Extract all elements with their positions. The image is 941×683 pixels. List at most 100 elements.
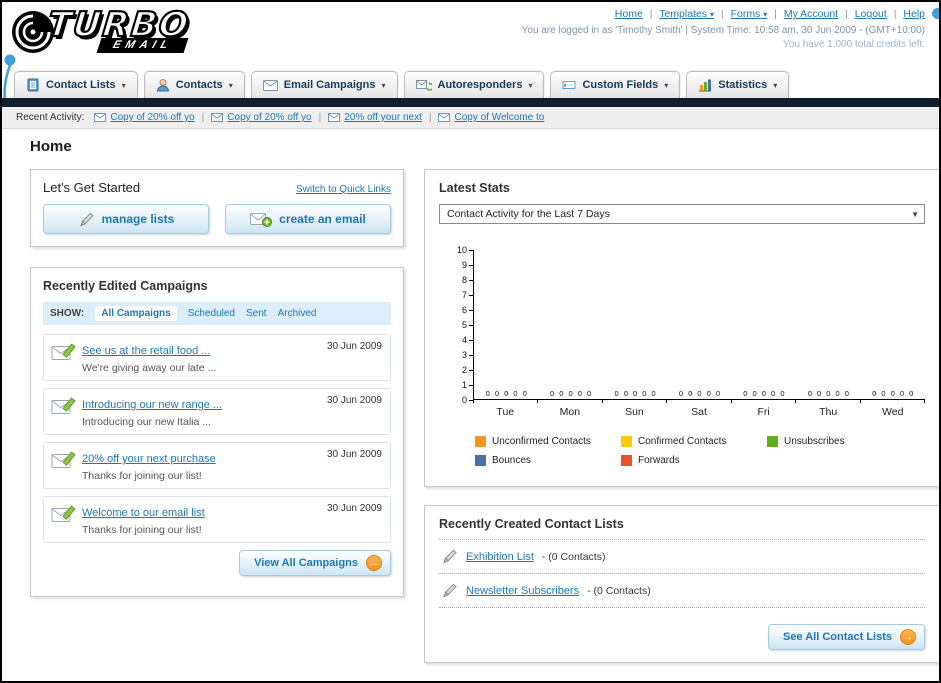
recent-activity-item: Copy of 20% off yo [94,112,195,123]
campaign-date: 30 Jun 2009 [326,503,382,514]
filter-scheduled[interactable]: Scheduled [188,308,235,319]
chart-bar-group: 0 0 0 0 0 [861,250,925,399]
link-logout[interactable]: Logout [855,8,887,20]
email-edit-icon [51,450,76,470]
left-column: Let's Get Started Switch to Quick Links … [30,169,404,597]
filter-sent[interactable]: Sent [246,308,267,319]
nav-tab-label: Custom Fields [582,79,659,91]
legend-item: Confirmed Contacts [621,436,767,447]
bar-value-labels: 0 0 0 0 0 [550,389,592,398]
link-home[interactable]: Home [615,8,643,20]
link-my-account[interactable]: My Account [784,8,838,20]
contact-list-count: - (0 Contacts) [587,584,651,597]
dropdown-arrow-icon: ▼ [911,209,919,219]
email-icon [328,113,341,122]
y-axis-tick: 7 [451,290,473,300]
y-axis-tick: 1 [451,380,473,390]
contact-list-item: Newsletter Subscribers - (0 Contacts) [439,574,925,608]
contact-list-link[interactable]: Newsletter Subscribers [466,585,579,597]
nav-tab-email-campaigns[interactable]: Email Campaigns ▾ [250,71,398,98]
pencil-icon [441,582,458,599]
recent-activity-bar: Recent Activity: Copy of 20% off yo | Co… [2,107,939,129]
logo-text-turbo: TURBO [45,4,193,46]
link-templates[interactable]: Templates ▾ [659,8,714,20]
create-email-button[interactable]: create an email [225,204,391,234]
session-info: Home | Templates ▾ | Forms ▾ | My Accoun… [522,8,925,50]
recent-activity-label: Recent Activity: [16,112,85,123]
login-info: You are logged in as 'Timothy Smith' | S… [521,25,925,36]
chart-bar-group: 0 0 0 0 0 [667,250,731,399]
x-axis-label: Tue [496,406,515,418]
chevron-down-icon: ▾ [664,80,669,90]
statistics-icon [698,78,712,92]
recent-activity-item: Copy of Welcome to [438,112,544,123]
chart-groups: 0 0 0 0 0 0 0 0 0 0 0 0 0 0 0 0 0 0 0 0 0 0 … [473,250,925,400]
filter-archived[interactable]: Archived [278,308,317,319]
y-axis-tick: 4 [451,335,473,345]
chevron-down-icon: ▾ [763,10,768,19]
nav-tab-custom-fields[interactable]: Custom Fields ▾ [550,71,681,98]
chevron-down-icon: ▾ [228,80,233,90]
contact-list-item: Exhibition List - (0 Contacts) [439,540,925,574]
pencil-icon [441,548,458,565]
app-window: TURBO EMAIL Home | Templates ▾ | Forms ▾… [0,0,941,683]
chevron-down-icon: ▾ [709,10,714,19]
nav-tab-label: Email Campaigns [283,79,376,91]
filter-all-campaigns[interactable]: All Campaigns [95,306,177,321]
contact-list-link[interactable]: Exhibition List [466,551,534,563]
y-axis-tick: 2 [451,365,473,375]
link-forms[interactable]: Forms ▾ [731,8,768,20]
nav-tab-autoresponders[interactable]: Autoresponders ▾ [403,71,545,98]
link-help[interactable]: Help [903,8,925,20]
recent-activity-link[interactable]: Copy of Welcome to [454,112,544,123]
stats-period-select[interactable]: Contact Activity for the Last 7 Days ▼ [439,204,925,224]
recent-activity-link[interactable]: Copy of 20% off yo [227,112,311,123]
recent-activity-item: 20% off your next [328,112,422,123]
y-axis-tick: 3 [451,350,473,360]
campaign-row: 20% off your next purchase Thanks for jo… [43,442,391,489]
y-axis-tick: 9 [451,260,473,270]
see-all-contact-lists-button[interactable]: See All Contact Lists → [767,624,925,650]
chevron-down-icon: ▾ [381,80,386,90]
manage-lists-button[interactable]: manage lists [43,204,209,234]
campaign-link[interactable]: 20% off your next purchase [82,453,216,465]
bar-value-labels: 0 0 0 0 0 [743,389,785,398]
view-all-campaigns-button[interactable]: View All Campaigns → [239,550,391,576]
recent-activity-link[interactable]: Copy of 20% off yo [110,112,194,123]
legend-label: Bounces [492,455,531,466]
bar-value-labels: 0 0 0 0 0 [872,389,914,398]
legend-label: Unconfirmed Contacts [492,436,591,447]
y-axis-tick: 6 [451,305,473,315]
show-label: SHOW: [50,308,85,319]
get-started-panel: Let's Get Started Switch to Quick Links … [30,169,404,247]
pencil-icon [78,211,95,228]
bar-value-labels: 0 0 0 0 0 [614,389,656,398]
chart-labels-row: Tue Mon Sun Sat Fri Thu Wed [473,406,925,418]
contacts-icon [156,78,170,92]
x-axis-label: Sun [625,406,644,418]
campaign-link[interactable]: See us at the retail food ... [82,345,210,357]
campaign-row: Introducing our new range ... Introducin… [43,388,391,435]
nav-tab-contacts[interactable]: Contacts ▾ [143,71,245,98]
right-column: Latest Stats Contact Activity for the La… [424,169,939,663]
recent-activity-link[interactable]: 20% off your next [344,112,422,123]
legend-item: Unsubscribes [767,436,913,447]
latest-stats-panel: Latest Stats Contact Activity for the La… [424,169,939,487]
email-plus-icon [250,211,273,227]
email-icon [94,113,107,122]
nav-tab-contact-lists[interactable]: Contact Lists ▾ [14,71,138,98]
page-title: Home [30,138,72,155]
latest-stats-title: Latest Stats [439,181,510,195]
see-all-contact-lists-label: See All Contact Lists [782,631,892,643]
x-axis-label: Sat [691,406,707,418]
y-axis-tick: 8 [451,275,473,285]
contact-activity-chart: 10 9 8 7 6 5 4 3 2 1 0 0 0 0 0 00 0 0 0 00 0 0 0 0… [443,245,925,418]
x-axis-label: Wed [882,406,904,418]
campaign-link[interactable]: Introducing our new range ... [82,399,222,411]
switch-quick-links-link[interactable]: Switch to Quick Links [296,184,391,195]
campaign-link[interactable]: Welcome to our email list [82,507,205,519]
nav-tab-statistics[interactable]: Statistics ▾ [686,71,790,98]
legend-label: Unsubscribes [784,436,845,447]
y-axis-tick: 10 [451,245,473,255]
nav-tab-label: Autoresponders [437,79,523,91]
